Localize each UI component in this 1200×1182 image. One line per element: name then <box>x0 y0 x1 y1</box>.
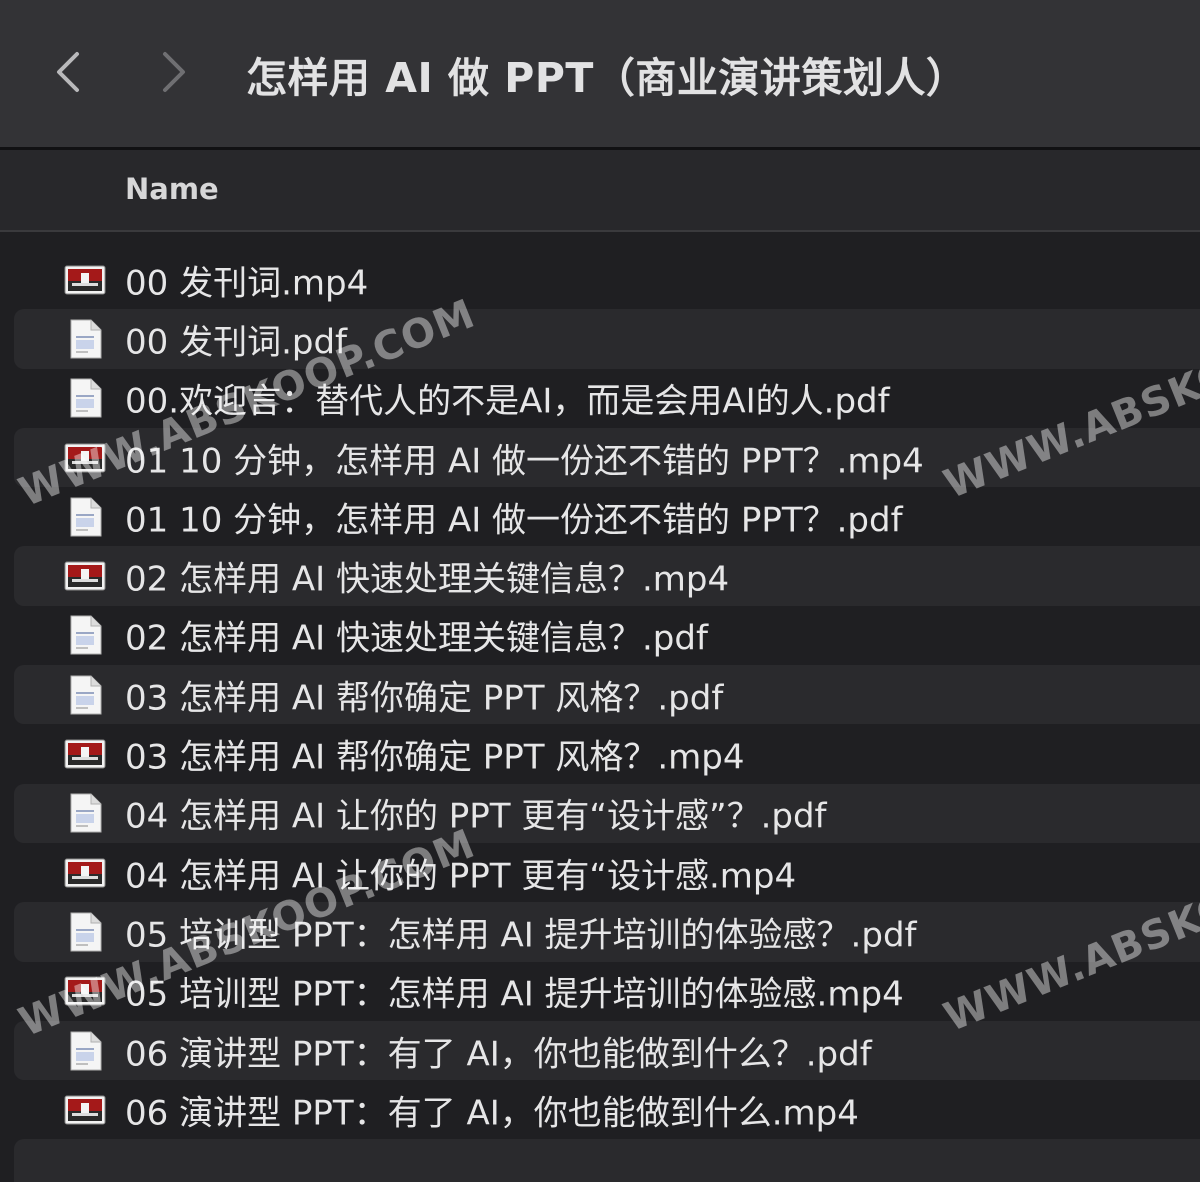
file-row[interactable]: 04 怎样用 AI 让你的 PPT 更有“设计感.mp4 <box>14 843 1200 902</box>
file-name: 03 怎样用 AI 帮你确定 PPT 风格？.mp4 <box>125 737 745 778</box>
file-name: 06 演讲型 PPT：有了 AI，你也能做到什么？.pdf <box>125 1034 872 1074</box>
file-row[interactable]: 02 怎样用 AI 快速处理关键信息？.pdf <box>14 606 1200 665</box>
video-file-icon <box>64 438 106 478</box>
file-name: 01 10 分钟，怎样用 AI 做一份还不错的 PPT？.pdf <box>125 500 903 541</box>
file-name: 05 培训型 PPT：怎样用 AI 提升培训的体验感？.pdf <box>125 915 917 956</box>
file-name: 00 发刊词.pdf <box>125 322 348 363</box>
file-name: 00.欢迎言：替代人的不是AI，而是会用AI的人.pdf <box>125 381 890 422</box>
pdf-file-icon <box>64 497 106 537</box>
video-file-icon <box>64 734 106 774</box>
pdf-file-icon <box>64 675 106 715</box>
finder-window: 怎样用 AI 做 PPT（商业演讲策划人） Name 00 发刊词.mp4 00 … <box>0 0 1200 1182</box>
name-column-header[interactable]: Name <box>125 172 219 206</box>
file-row[interactable]: 06 演讲型 PPT：有了 AI，你也能做到什么.mp4 <box>14 1080 1200 1139</box>
video-file-icon <box>64 971 106 1011</box>
column-header: Name <box>0 150 1200 232</box>
forward-button[interactable] <box>144 40 204 104</box>
video-file-icon <box>64 1090 106 1130</box>
file-name: 02 怎样用 AI 快速处理关键信息？.pdf <box>125 618 708 659</box>
video-file-icon <box>64 853 106 893</box>
file-row[interactable]: 01 10 分钟，怎样用 AI 做一份还不错的 PPT？.mp4 <box>14 427 1200 488</box>
pdf-file-icon <box>64 615 106 655</box>
file-row[interactable]: 00.欢迎言：替代人的不是AI，而是会用AI的人.pdf <box>14 369 1200 428</box>
file-row[interactable]: 00 发刊词.pdf <box>14 309 1200 369</box>
title-bar: 怎样用 AI 做 PPT（商业演讲策划人） <box>0 0 1200 150</box>
file-name: 06 演讲型 PPT：有了 AI，你也能做到什么.mp4 <box>125 1093 859 1134</box>
file-name: 04 怎样用 AI 让你的 PPT 更有“设计感”？.pdf <box>125 796 827 837</box>
file-name: 01 10 分钟，怎样用 AI 做一份还不错的 PPT？.mp4 <box>125 441 924 482</box>
file-row[interactable]: 01 10 分钟，怎样用 AI 做一份还不错的 PPT？.pdf <box>14 487 1200 546</box>
file-name: 04 怎样用 AI 让你的 PPT 更有“设计感.mp4 <box>125 856 797 897</box>
file-row[interactable]: 03 怎样用 AI 帮你确定 PPT 风格？.mp4 <box>14 724 1200 783</box>
video-file-icon <box>64 260 106 300</box>
file-name: 03 怎样用 AI 帮你确定 PPT 风格？.pdf <box>125 678 724 719</box>
file-row[interactable]: 06 演讲型 PPT：有了 AI，你也能做到什么？.pdf <box>14 1020 1200 1081</box>
pdf-file-icon <box>64 319 106 359</box>
window-title: 怎样用 AI 做 PPT（商业演讲策划人） <box>246 54 968 102</box>
video-file-icon <box>64 556 106 596</box>
chevron-left-icon <box>57 52 79 92</box>
pdf-file-icon <box>64 793 106 833</box>
empty-row <box>14 1139 1200 1182</box>
file-list: 00 发刊词.mp4 00 发刊词.pdf 00.欢迎言：替代人的不是AI，而是会用… <box>0 250 1200 1182</box>
file-name: 05 培训型 PPT：怎样用 AI 提升培训的体验感.mp4 <box>125 974 904 1015</box>
pdf-file-icon <box>64 1031 106 1071</box>
back-button[interactable] <box>38 40 98 104</box>
pdf-file-icon <box>64 912 106 952</box>
file-row[interactable]: 03 怎样用 AI 帮你确定 PPT 风格？.pdf <box>14 665 1200 725</box>
pdf-file-icon <box>64 378 106 418</box>
file-row[interactable]: 05 培训型 PPT：怎样用 AI 提升培训的体验感.mp4 <box>14 962 1200 1021</box>
file-row[interactable]: 05 培训型 PPT：怎样用 AI 提升培训的体验感？.pdf <box>14 902 1200 962</box>
file-name: 02 怎样用 AI 快速处理关键信息？.mp4 <box>125 559 730 600</box>
file-name: 00 发刊词.mp4 <box>125 263 369 304</box>
chevron-right-icon <box>163 52 185 92</box>
file-row[interactable]: 02 怎样用 AI 快速处理关键信息？.mp4 <box>14 546 1200 606</box>
file-row[interactable]: 04 怎样用 AI 让你的 PPT 更有“设计感”？.pdf <box>14 783 1200 843</box>
file-row[interactable]: 00 发刊词.mp4 <box>14 250 1200 309</box>
